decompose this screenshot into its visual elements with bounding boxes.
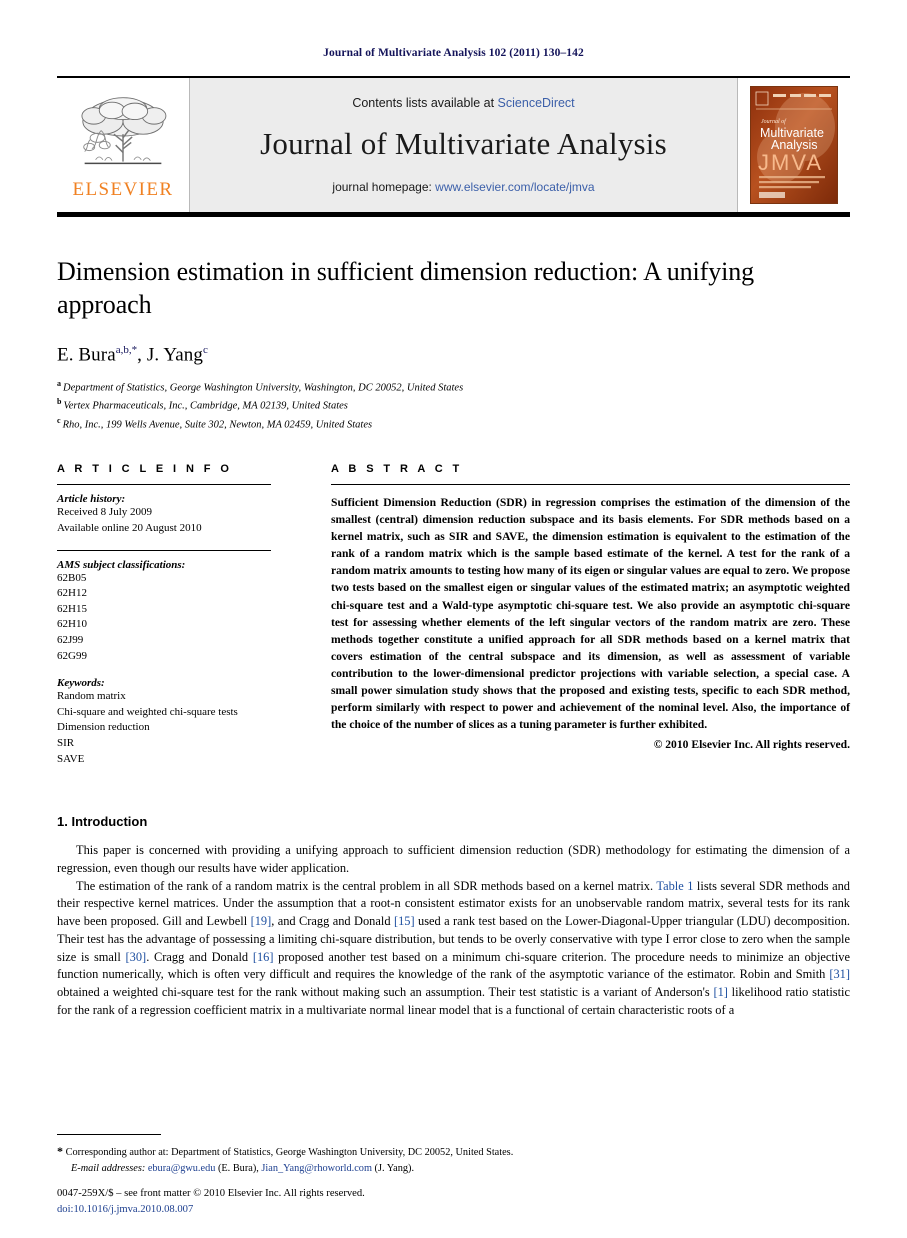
contents-prefix: Contents lists available at	[352, 96, 498, 110]
journal-cover-image: Journal of Multivariate Analysis JMVA	[750, 86, 838, 204]
author-2-affiliation-marks: c	[203, 343, 208, 356]
svg-text:JMVA: JMVA	[758, 150, 823, 175]
affiliation-mark: a	[57, 378, 61, 388]
email-2-owner: (J. Yang).	[371, 1162, 415, 1174]
email-1-owner: (E. Bura),	[215, 1162, 259, 1174]
email-addresses-label: E-mail addresses:	[71, 1162, 146, 1174]
homepage-prefix: journal homepage:	[332, 180, 436, 194]
citation-15[interactable]: [15]	[394, 914, 415, 928]
affiliation-text: Rho, Inc., 199 Wells Avenue, Suite 302, …	[62, 419, 373, 431]
journal-homepage-link[interactable]: www.elsevier.com/locate/jmva	[435, 180, 594, 194]
affiliation-mark: b	[57, 397, 62, 407]
article-history-received: Received 8 July 2009	[57, 506, 153, 519]
corresponding-author-note: * Corresponding author at: Department of…	[57, 1142, 850, 1160]
keyword-item: SAVE	[57, 752, 85, 765]
title-block: Dimension estimation in sufficient dimen…	[57, 256, 850, 433]
journal-homepage-line: journal homepage: www.elsevier.com/locat…	[332, 180, 594, 194]
elsevier-tree-icon	[81, 96, 167, 164]
affiliation-list: a Department of Statistics, George Washin…	[57, 378, 850, 434]
email-link-bura[interactable]: ebura@gwu.edu	[148, 1163, 216, 1174]
article-history-group: Article history: Received 8 July 2009 Av…	[57, 493, 271, 536]
citation-16[interactable]: [16]	[253, 950, 274, 964]
ams-code: 62B05	[57, 571, 87, 584]
article-history-online: Available online 20 August 2010	[57, 521, 202, 534]
journal-title: Journal of Multivariate Analysis	[260, 126, 667, 161]
doi-link[interactable]: doi:10.1016/j.jmva.2010.08.007	[57, 1202, 365, 1218]
author-list: E. Buraa,b,*, J. Yangc	[57, 344, 850, 366]
abstract-copyright: © 2010 Elsevier Inc. All rights reserved…	[653, 737, 850, 751]
email-addresses-note: E-mail addresses: ebura@gwu.edu (E. Bura…	[57, 1161, 850, 1176]
running-head: Journal of Multivariate Analysis 102 (20…	[323, 47, 584, 59]
ams-label: AMS subject classifications:	[57, 558, 186, 571]
article-info-rule-2	[57, 549, 271, 551]
corresponding-author-text: Corresponding author at: Department of S…	[65, 1147, 514, 1159]
keywords-group: Keywords: Random matrix Chi-square and w…	[57, 677, 271, 767]
author-name-2: J. Yang	[146, 343, 203, 365]
affiliation-item: c Rho, Inc., 199 Wells Avenue, Suite 302,…	[57, 415, 850, 434]
front-matter-line: 0047-259X/$ – see front matter © 2010 El…	[57, 1188, 365, 1200]
intro-paragraph-2: The estimation of the rank of a random m…	[57, 878, 850, 1020]
sciencedirect-link[interactable]: ScienceDirect	[498, 96, 575, 110]
journal-masthead: ELSEVIER Contents lists available at Sci…	[57, 76, 850, 212]
imprint-block: 0047-259X/$ – see front matter © 2010 El…	[57, 1186, 365, 1218]
article-info-rule	[57, 484, 271, 486]
ams-classifications-group: AMS subject classifications: 62B05 62H12…	[57, 559, 271, 665]
intro-p2-seg-c: , and Cragg and Donald	[271, 914, 394, 929]
abstract-heading: A B S T R A C T	[331, 463, 463, 476]
svg-text:Journal of: Journal of	[761, 118, 787, 125]
keyword-item: Dimension reduction	[57, 721, 150, 734]
section-title-introduction: 1. Introduction	[57, 814, 148, 830]
table-1-link[interactable]: Table 1	[656, 879, 693, 893]
citation-30[interactable]: [30]	[126, 950, 147, 964]
intro-p2-seg-a: The estimation of the rank of a random m…	[76, 878, 657, 893]
footnote-rule	[57, 1134, 161, 1136]
footnote-area: * Corresponding author at: Department of…	[57, 1134, 850, 1176]
masthead-center: Contents lists available at ScienceDirec…	[189, 78, 738, 212]
info-abstract-row: A R T I C L E I N F O Article history: R…	[57, 463, 850, 780]
ams-code: 62H12	[57, 587, 87, 600]
affiliation-item: a Department of Statistics, George Washin…	[57, 378, 850, 397]
author-1-affiliation-marks: a,b,*	[115, 343, 138, 356]
keyword-item: Chi-square and weighted chi-square tests	[57, 705, 238, 718]
article-first-page: Journal of Multivariate Analysis 102 (20…	[0, 0, 907, 1238]
email-link-yang[interactable]: Jian_Yang@rhoworld.com	[261, 1163, 372, 1174]
affiliation-mark: c	[57, 415, 61, 425]
introduction-section: 1. Introduction This paper is concerned …	[57, 814, 850, 1019]
ams-code: 62J99	[57, 633, 84, 646]
intro-paragraph-1: This paper is concerned with providing a…	[57, 843, 850, 875]
asterisk-icon: *	[57, 1144, 63, 1159]
author-name-1: E. Bura	[57, 343, 116, 365]
page-title: Dimension estimation in sufficient dimen…	[57, 257, 755, 319]
journal-cover-thumbnail: Journal of Multivariate Analysis JMVA	[738, 78, 850, 212]
article-history-label: Article history:	[57, 493, 126, 506]
ams-code: 62H15	[57, 602, 87, 615]
keyword-item: SIR	[57, 737, 75, 750]
article-info-heading: A R T I C L E I N F O	[57, 463, 233, 476]
elsevier-logo: ELSEVIER	[57, 78, 189, 212]
keyword-item: Random matrix	[57, 690, 126, 703]
affiliation-text: Vertex Pharmaceuticals, Inc., Cambridge,…	[63, 400, 348, 412]
contents-available-line: Contents lists available at ScienceDirec…	[352, 96, 574, 110]
citation-31[interactable]: [31]	[829, 967, 850, 981]
ams-code: 62G99	[57, 649, 87, 662]
affiliation-text: Department of Statistics, George Washing…	[63, 382, 464, 394]
abstract-rule	[331, 484, 850, 486]
author-separator: ,	[137, 343, 147, 365]
masthead-bottom-rule	[57, 212, 850, 217]
article-info-column: A R T I C L E I N F O Article history: R…	[57, 463, 295, 780]
affiliation-item: b Vertex Pharmaceuticals, Inc., Cambridge…	[57, 396, 850, 415]
abstract-column: A B S T R A C T Sufficient Dimension Red…	[295, 463, 850, 780]
citation-1[interactable]: [1]	[713, 985, 727, 999]
keywords-label: Keywords:	[57, 677, 105, 690]
abstract-text: Sufficient Dimension Reduction (SDR) in …	[331, 496, 850, 731]
elsevier-wordmark: ELSEVIER	[72, 178, 174, 200]
intro-p2-seg-e: . Cragg and Donald	[146, 949, 253, 964]
citation-19[interactable]: [19]	[251, 914, 272, 928]
intro-p2-seg-g: obtained a weighted chi-square test for …	[57, 985, 714, 1000]
ams-code: 62H10	[57, 618, 87, 631]
